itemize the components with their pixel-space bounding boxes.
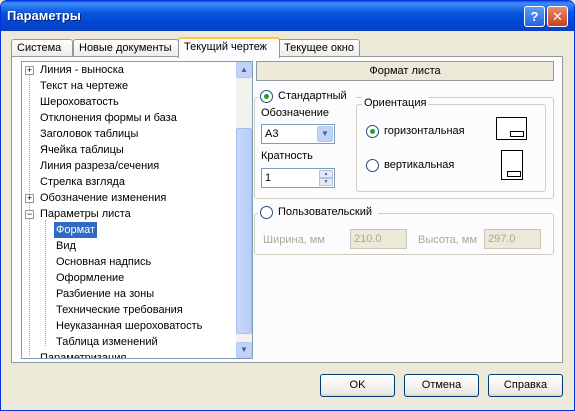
multiplicity-value: 1 — [265, 172, 272, 184]
horizontal-label[interactable]: горизонтальная — [384, 125, 465, 137]
window-title: Параметры — [7, 8, 81, 23]
arrow-down-icon: ▼ — [323, 179, 329, 185]
tree-item-view[interactable]: Вид — [54, 238, 78, 254]
multiplicity-label: Кратность — [261, 150, 313, 162]
close-button[interactable]: ✕ — [547, 6, 568, 27]
arrow-up-icon: ▲ — [323, 171, 329, 177]
vertical-label[interactable]: вертикальная — [384, 159, 454, 171]
tree-item-tech-requirements[interactable]: Технические требования — [54, 302, 185, 318]
orientation-legend: Ориентация — [362, 97, 429, 109]
ok-button[interactable]: OK — [320, 374, 395, 397]
horizontal-radio[interactable] — [366, 125, 379, 138]
help-button[interactable]: Справка — [488, 374, 563, 397]
tree-item-change-table[interactable]: Таблица изменений — [54, 334, 160, 350]
tree-item-change-designation[interactable]: Обозначение изменения — [38, 190, 168, 206]
width-input[interactable]: 210.0 — [350, 229, 407, 249]
title-bar[interactable]: Параметры ? ✕ — [1, 1, 574, 31]
scroll-up-button[interactable]: ▲ — [236, 62, 252, 78]
help-icon: ? — [530, 9, 539, 24]
standard-label[interactable]: Стандартный — [278, 90, 347, 102]
collapse-icon[interactable]: − — [25, 210, 34, 219]
tree-item-unspecified-roughness[interactable]: Неуказанная шероховатость — [54, 318, 204, 334]
spin-up-button[interactable]: ▲ — [319, 170, 333, 178]
designation-value: А3 — [265, 128, 279, 140]
standard-legend: Стандартный — [258, 89, 356, 105]
tree-item-zones[interactable]: Разбиение на зоны — [54, 286, 156, 302]
expand-icon[interactable]: + — [25, 66, 34, 75]
tree-item-parametrization[interactable]: Параметризация — [38, 350, 128, 358]
arrow-up-icon: ▲ — [240, 65, 248, 74]
scroll-down-button[interactable]: ▼ — [236, 342, 252, 358]
tree-item-drawing-text[interactable]: Текст на чертеже — [38, 78, 130, 94]
dropdown-button[interactable]: ▼ — [317, 126, 333, 142]
custom-legend: Пользовательский — [258, 205, 378, 221]
width-label: Ширина, мм — [263, 234, 325, 246]
tree-item-format[interactable]: Формат — [54, 222, 98, 238]
arrow-down-icon: ▼ — [240, 345, 248, 354]
tree-item-sheet-params[interactable]: Параметры листа — [38, 206, 133, 222]
height-label: Высота, мм — [418, 234, 478, 246]
height-input[interactable]: 297.0 — [484, 229, 541, 249]
title-block-mark — [510, 131, 524, 137]
tree-item-roughness[interactable]: Шероховатость — [38, 94, 121, 110]
tree-item-table-header[interactable]: Заголовок таблицы — [38, 126, 140, 142]
custom-radio[interactable] — [260, 206, 273, 219]
portrait-sheet-icon — [501, 150, 523, 180]
tab-current-drawing[interactable]: Текущий чертеж — [178, 37, 280, 58]
tree-item-section-line[interactable]: Линия разреза/сечения — [38, 158, 161, 174]
tree-item-table-cell[interactable]: Ячейка таблицы — [38, 142, 126, 158]
tab-panel: + Линия - выноска Текст на чертеже Шерох… — [11, 56, 563, 363]
spin-down-button[interactable]: ▼ — [319, 178, 333, 186]
tree-scrollbar[interactable]: ▲ ▼ — [236, 62, 252, 358]
title-block-mark — [507, 171, 521, 177]
settings-tree[interactable]: + Линия - выноска Текст на чертеже Шерох… — [21, 61, 253, 359]
tree-item-form-deviation[interactable]: Отклонения формы и база — [38, 110, 179, 126]
tab-system[interactable]: Система — [11, 39, 73, 57]
landscape-sheet-icon — [496, 117, 527, 140]
designation-label: Обозначение — [261, 107, 330, 119]
tree-item-title-block[interactable]: Основная надпись — [54, 254, 153, 270]
tab-current-window[interactable]: Текущее окно — [278, 39, 360, 57]
cancel-button[interactable]: Отмена — [404, 374, 479, 397]
multiplicity-stepper[interactable]: 1 ▲ ▼ — [261, 168, 335, 188]
parameters-dialog: Параметры ? ✕ Система Новые документы Те… — [0, 0, 575, 411]
designation-select[interactable]: А3 ▼ — [261, 124, 335, 144]
chevron-down-icon: ▼ — [321, 129, 329, 138]
expand-icon[interactable]: + — [25, 194, 34, 203]
section-header: Формат листа — [256, 61, 554, 81]
tree-item-layout[interactable]: Оформление — [54, 270, 126, 286]
scroll-thumb[interactable] — [236, 128, 252, 334]
custom-label[interactable]: Пользовательский — [278, 206, 372, 218]
tree-line — [45, 220, 46, 346]
spin-buttons: ▲ ▼ — [319, 170, 333, 186]
close-icon: ✕ — [552, 9, 563, 24]
standard-radio[interactable] — [260, 90, 273, 103]
tab-new-documents[interactable]: Новые документы — [73, 39, 179, 57]
help-title-button[interactable]: ? — [524, 6, 545, 27]
vertical-radio[interactable] — [366, 159, 379, 172]
tree-item-leader-line[interactable]: Линия - выноска — [38, 62, 126, 78]
tree-item-view-arrow[interactable]: Стрелка взгляда — [38, 174, 127, 190]
